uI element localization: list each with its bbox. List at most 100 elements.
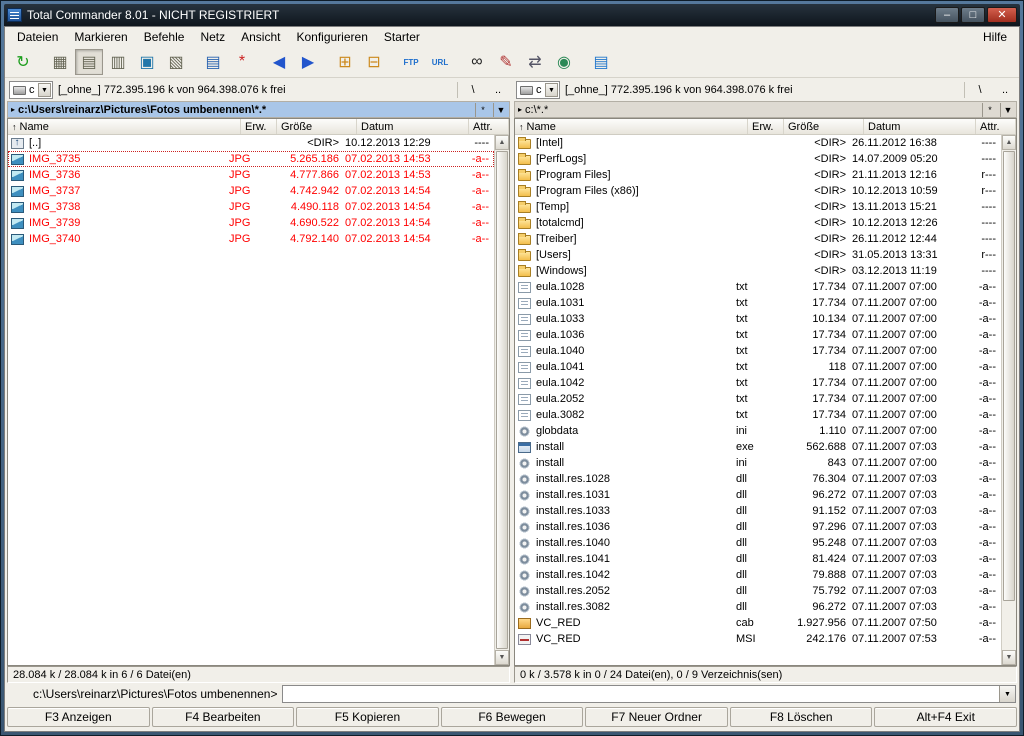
file-row[interactable]: install.res.1042dll79.88807.11.2007 07:0… <box>515 567 1001 583</box>
view-full-button[interactable]: ▤ <box>75 49 103 75</box>
left-scroll-thumb[interactable] <box>496 151 508 649</box>
file-row[interactable]: IMG_3735JPG5.265.18607.02.2013 14:53-a-- <box>8 151 494 167</box>
file-row[interactable]: [totalcmd]<DIR>10.12.2013 12:26---- <box>515 215 1001 231</box>
file-row[interactable]: IMG_3737JPG4.742.94207.02.2013 14:54-a-- <box>8 183 494 199</box>
file-row[interactable]: install.res.1031dll96.27207.11.2007 07:0… <box>515 487 1001 503</box>
file-row[interactable]: globdataini1.11007.11.2007 07:00-a-- <box>515 423 1001 439</box>
column-header-date[interactable]: Datum <box>357 119 469 134</box>
pack-files-button[interactable]: ⊞ <box>331 49 359 75</box>
left-parent-button[interactable]: .. <box>488 81 508 99</box>
column-header-size[interactable]: Größe <box>784 119 864 134</box>
multi-rename-button[interactable]: ✎ <box>492 49 520 75</box>
left-path-history-button[interactable]: ▼ <box>493 103 508 117</box>
column-header-date[interactable]: Datum <box>864 119 976 134</box>
menu-item-dateien[interactable]: Dateien <box>9 28 66 46</box>
right-scroll-track[interactable] <box>1002 150 1016 650</box>
command-input[interactable] <box>283 686 999 702</box>
column-header-ext[interactable]: Erw. <box>241 119 277 134</box>
title-bar[interactable]: Total Commander 8.01 - NICHT REGISTRIERT… <box>4 4 1020 26</box>
right-scroll-thumb[interactable] <box>1003 151 1015 601</box>
file-row[interactable]: VC_REDcab1.927.95607.11.2007 07:50-a-- <box>515 615 1001 631</box>
left-drive-combo[interactable]: c ▼ <box>9 81 53 99</box>
scroll-up-icon[interactable]: ▲ <box>1002 135 1016 150</box>
forward-button[interactable]: ▶ <box>294 49 322 75</box>
quick-view-button[interactable]: ▧ <box>162 49 190 75</box>
scroll-up-icon[interactable]: ▲ <box>495 135 509 150</box>
file-row[interactable]: eula.1041txt11807.11.2007 07:00-a-- <box>515 359 1001 375</box>
scroll-down-icon[interactable]: ▼ <box>495 650 509 665</box>
favorites-button[interactable]: * <box>228 49 256 75</box>
file-row[interactable]: [..]<DIR>10.12.2013 12:29---- <box>8 135 494 151</box>
file-row[interactable]: install.res.1028dll76.30407.11.2007 07:0… <box>515 471 1001 487</box>
back-button[interactable]: ◀ <box>265 49 293 75</box>
file-row[interactable]: eula.3082txt17.73407.11.2007 07:00-a-- <box>515 407 1001 423</box>
file-row[interactable]: [Program Files (x86)]<DIR>10.12.2013 10:… <box>515 183 1001 199</box>
file-row[interactable]: install.res.2052dll75.79207.11.2007 07:0… <box>515 583 1001 599</box>
file-row[interactable]: install.res.1041dll81.42407.11.2007 07:0… <box>515 551 1001 567</box>
file-row[interactable]: [Treiber]<DIR>26.11.2012 12:44---- <box>515 231 1001 247</box>
file-row[interactable]: VC_REDMSI242.17607.11.2007 07:53-a-- <box>515 631 1001 647</box>
left-scroll-track[interactable] <box>495 150 509 650</box>
ftp-connect-button[interactable]: FTP <box>397 49 425 75</box>
file-row[interactable]: eula.1031txt17.73407.11.2007 07:00-a-- <box>515 295 1001 311</box>
file-row[interactable]: [Temp]<DIR>13.11.2013 15:21---- <box>515 199 1001 215</box>
menu-item-markieren[interactable]: Markieren <box>66 28 135 46</box>
chevron-down-icon[interactable]: ▼ <box>38 83 51 97</box>
column-header-attr[interactable]: Attr. <box>976 119 1016 134</box>
ftp-url-button[interactable]: URL <box>426 49 454 75</box>
file-row[interactable]: install.res.3082dll96.27207.11.2007 07:0… <box>515 599 1001 615</box>
right-filter-button[interactable]: * <box>982 103 997 117</box>
menu-item-starter[interactable]: Starter <box>376 28 428 46</box>
column-header-attr[interactable]: Attr. <box>469 119 509 134</box>
view-tree-button[interactable]: ▥ <box>104 49 132 75</box>
refresh-button[interactable]: ↻ <box>9 49 37 75</box>
right-path-bar[interactable]: ▸ c:\*.* * ▼ <box>514 101 1017 118</box>
scroll-down-icon[interactable]: ▼ <box>1002 650 1016 665</box>
file-row[interactable]: eula.1040txt17.73407.11.2007 07:00-a-- <box>515 343 1001 359</box>
file-row[interactable]: [Windows]<DIR>03.12.2013 11:19---- <box>515 263 1001 279</box>
chevron-down-icon[interactable]: ▼ <box>545 83 558 97</box>
function-button-f3[interactable]: F3 Anzeigen <box>7 707 150 727</box>
file-row[interactable]: eula.1033txt10.13407.11.2007 07:00-a-- <box>515 311 1001 327</box>
file-row[interactable]: IMG_3738JPG4.490.11807.02.2013 14:54-a-- <box>8 199 494 215</box>
menu-item-ansicht[interactable]: Ansicht <box>233 28 288 46</box>
function-button-f8[interactable]: F8 Löschen <box>730 707 873 727</box>
file-row[interactable]: eula.1028txt17.73407.11.2007 07:00-a-- <box>515 279 1001 295</box>
menu-item-befehle[interactable]: Befehle <box>136 28 193 46</box>
left-root-button[interactable]: \ <box>463 81 483 99</box>
function-button-altf4[interactable]: Alt+F4 Exit <box>874 707 1017 727</box>
file-row[interactable]: install.res.1036dll97.29607.11.2007 07:0… <box>515 519 1001 535</box>
right-path-history-button[interactable]: ▼ <box>1000 103 1015 117</box>
file-row[interactable]: eula.1036txt17.73407.11.2007 07:00-a-- <box>515 327 1001 343</box>
network-button[interactable]: ◉ <box>550 49 578 75</box>
column-header-name[interactable]: ↑ Name <box>8 119 241 134</box>
edit-file-button[interactable]: ▤ <box>199 49 227 75</box>
view-brief-button[interactable]: ▦ <box>46 49 74 75</box>
file-row[interactable]: install.res.1040dll95.24807.11.2007 07:0… <box>515 535 1001 551</box>
sync-dirs-button[interactable]: ⇄ <box>521 49 549 75</box>
file-row[interactable]: IMG_3739JPG4.690.52207.02.2013 14:54-a-- <box>8 215 494 231</box>
column-header-ext[interactable]: Erw. <box>748 119 784 134</box>
menu-item-netz[interactable]: Netz <box>192 28 233 46</box>
file-row[interactable]: installini84307.11.2007 07:00-a-- <box>515 455 1001 471</box>
right-drive-combo[interactable]: c ▼ <box>516 81 560 99</box>
thumbnails-view-button[interactable]: ▣ <box>133 49 161 75</box>
column-header-size[interactable]: Größe <box>277 119 357 134</box>
file-row[interactable]: eula.1042txt17.73407.11.2007 07:00-a-- <box>515 375 1001 391</box>
command-history-arrow-icon[interactable]: ▼ <box>999 686 1015 702</box>
search-button[interactable]: ∞ <box>463 49 491 75</box>
function-button-f5[interactable]: F5 Kopieren <box>296 707 439 727</box>
file-row[interactable]: IMG_3740JPG4.792.14007.02.2013 14:54-a-- <box>8 231 494 247</box>
file-row[interactable]: IMG_3736JPG4.777.86607.02.2013 14:53-a-- <box>8 167 494 183</box>
right-parent-button[interactable]: .. <box>995 81 1015 99</box>
file-row[interactable]: install.res.1033dll91.15207.11.2007 07:0… <box>515 503 1001 519</box>
close-button[interactable]: ✕ <box>987 7 1017 23</box>
minimize-button[interactable]: – <box>935 7 959 23</box>
maximize-button[interactable]: □ <box>961 7 985 23</box>
function-button-f7[interactable]: F7 Neuer Ordner <box>585 707 728 727</box>
file-row[interactable]: [Program Files]<DIR>21.11.2013 12:16r--- <box>515 167 1001 183</box>
right-scrollbar[interactable]: ▲ ▼ <box>1001 135 1016 665</box>
file-row[interactable]: [Intel]<DIR>26.11.2012 16:38---- <box>515 135 1001 151</box>
unpack-files-button[interactable]: ⊟ <box>360 49 388 75</box>
left-filter-button[interactable]: * <box>475 103 490 117</box>
